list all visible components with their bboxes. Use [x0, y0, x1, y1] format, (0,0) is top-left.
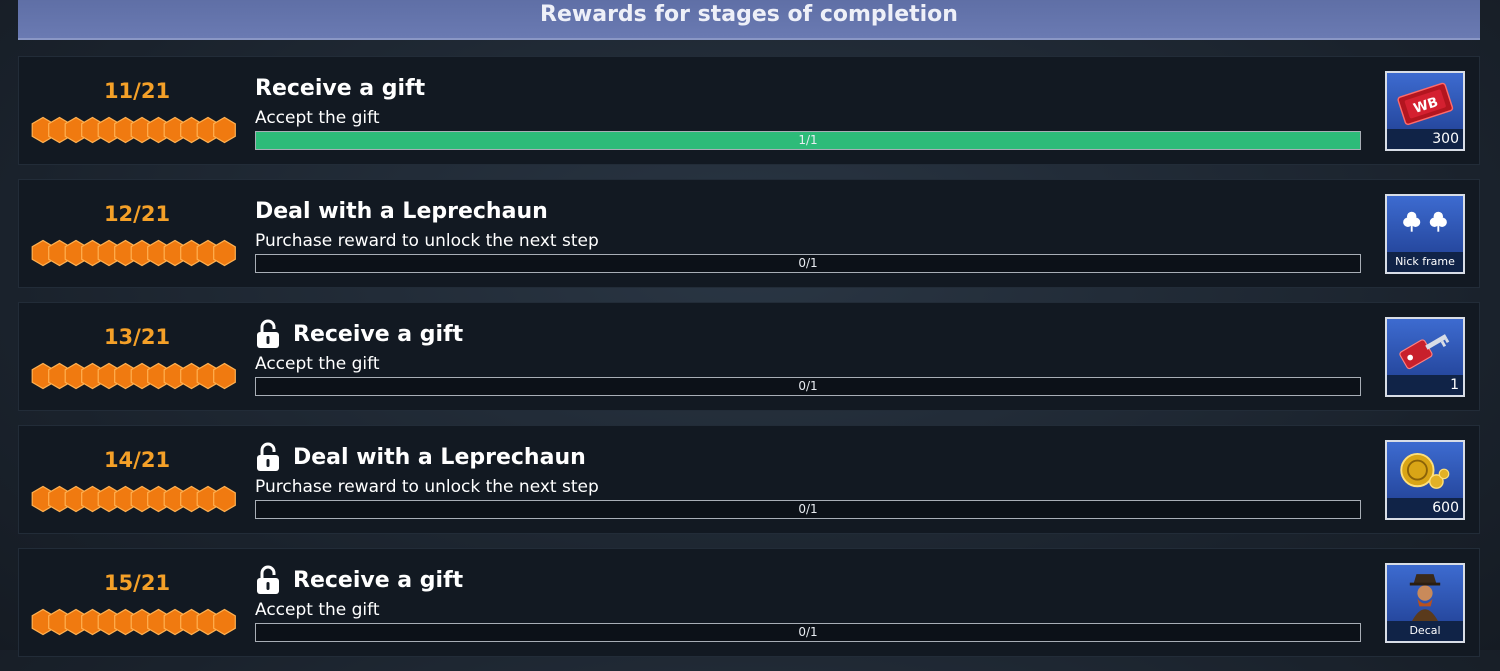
stage-counter: 14/21: [19, 426, 255, 533]
stage-count: 12/21: [103, 202, 171, 226]
progress-bar: 0/1: [255, 500, 1361, 519]
gold-coins-icon: [1400, 453, 1450, 489]
stage-counter: 13/21: [19, 303, 255, 410]
leprechaun-decal-icon: [1409, 574, 1441, 622]
stage-counter: 12/21: [19, 180, 255, 287]
page-title: Rewards for stages of completion: [540, 1, 958, 27]
stage-task: Deal with a Leprechaun Purchase reward t…: [255, 426, 1363, 533]
hex-row-icon: [31, 608, 236, 636]
hex-icon: [213, 608, 236, 636]
stage-row: 14/21 Deal with a Leprechaun Purchase re…: [18, 425, 1480, 534]
task-title: Receive a gift: [255, 75, 426, 101]
hex-progress-icons: [31, 239, 243, 267]
stage-count: 13/21: [103, 325, 171, 349]
hex-progress-icons: [31, 485, 243, 513]
stage-counter: 15/21: [19, 549, 255, 656]
hex-icon: [213, 116, 236, 144]
reward-label: Decal: [1387, 621, 1463, 641]
hex-icon: [213, 485, 236, 513]
task-title: Deal with a Leprechaun: [255, 198, 548, 224]
key-icon: [1399, 334, 1450, 370]
task-title: Receive a gift: [293, 321, 464, 347]
task-description: Accept the gift: [255, 600, 380, 620]
progress-text: 0/1: [798, 379, 818, 393]
stage-task: Receive a gift Accept the gift 0/1: [255, 549, 1363, 656]
reward-item[interactable]: 600: [1385, 440, 1465, 520]
progress-text: 0/1: [798, 625, 818, 639]
progress-text: 0/1: [798, 256, 818, 270]
reward-item[interactable]: Decal: [1385, 563, 1465, 643]
reward-label: Nick frame: [1387, 252, 1463, 272]
hex-row-icon: [31, 116, 236, 144]
stage-count: 14/21: [103, 448, 171, 472]
reward-label: 600: [1387, 498, 1463, 518]
hex-progress-icons: [31, 116, 243, 144]
task-title: Deal with a Leprechaun: [293, 444, 586, 470]
stage-list: 11/21 Receive a gift Accept the gift 1/1…: [18, 56, 1480, 671]
progress-text: 1/1: [798, 133, 818, 147]
stage-task: Deal with a Leprechaun Purchase reward t…: [255, 180, 1363, 287]
stage-row: 11/21 Receive a gift Accept the gift 1/1…: [18, 56, 1480, 165]
hex-icon: [213, 239, 236, 267]
task-description: Accept the gift: [255, 354, 380, 374]
stage-task: Receive a gift Accept the gift 1/1: [255, 57, 1363, 164]
progress-text: 0/1: [798, 502, 818, 516]
stage-count: 11/21: [103, 79, 171, 103]
lock-icon: [257, 565, 279, 594]
task-description: Purchase reward to unlock the next step: [255, 477, 599, 497]
hex-row-icon: [31, 485, 236, 513]
stage-row: 13/21 Receive a gift Accept the gift 0/1: [18, 302, 1480, 411]
reward-item[interactable]: Nick frame: [1385, 194, 1465, 274]
hex-progress-icons: [31, 362, 243, 390]
reward-item[interactable]: 1: [1385, 317, 1465, 397]
progress-bar: 0/1: [255, 254, 1361, 273]
reward-label: 300: [1387, 129, 1463, 149]
hex-progress-icons: [31, 608, 243, 636]
reward-item[interactable]: WB 300: [1385, 71, 1465, 151]
task-description: Accept the gift: [255, 108, 380, 128]
stage-row: 15/21 Receive a gift Accept the gift 0/1: [18, 548, 1480, 657]
stage-count: 15/21: [103, 571, 171, 595]
hex-row-icon: [31, 362, 236, 390]
page-header: Rewards for stages of completion: [18, 0, 1480, 40]
lock-icon: [257, 442, 279, 471]
progress-bar: 1/1: [255, 131, 1361, 150]
wb-ticket-icon: WB: [1397, 82, 1454, 126]
progress-bar: 0/1: [255, 377, 1361, 396]
task-title: Receive a gift: [293, 567, 464, 593]
clover-frame-icon: [1403, 211, 1447, 232]
stage-row: 12/21 Deal with a Leprechaun Purchase re…: [18, 179, 1480, 288]
hex-row-icon: [31, 239, 236, 267]
progress-bar: 0/1: [255, 623, 1361, 642]
reward-label: 1: [1387, 375, 1463, 395]
stage-task: Receive a gift Accept the gift 0/1: [255, 303, 1363, 410]
hex-icon: [213, 362, 236, 390]
lock-icon: [257, 319, 279, 348]
stage-counter: 11/21: [19, 57, 255, 164]
task-description: Purchase reward to unlock the next step: [255, 231, 599, 251]
